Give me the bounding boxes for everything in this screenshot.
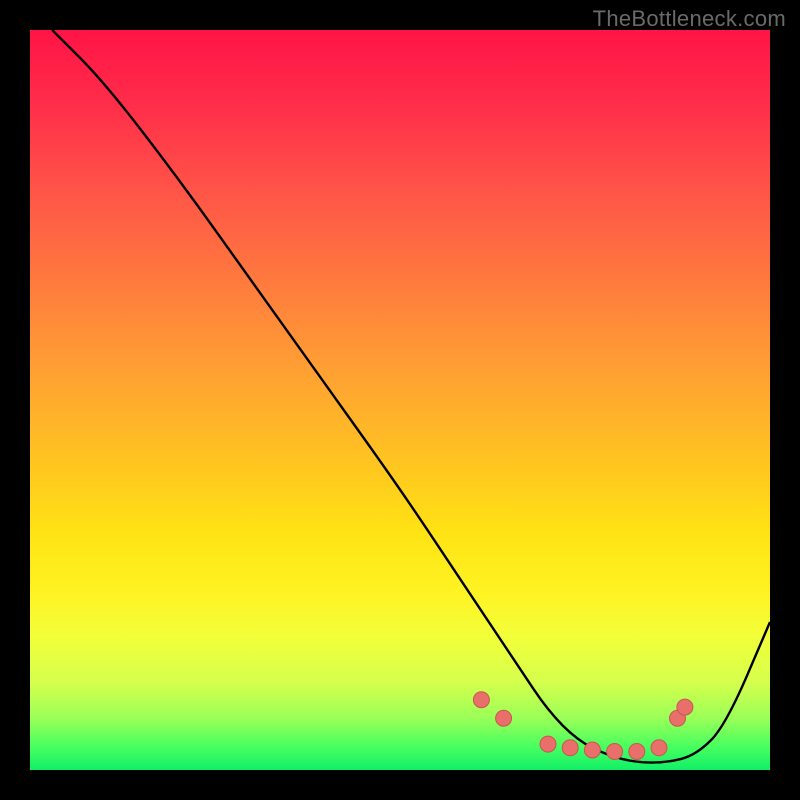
- data-marker: [540, 736, 556, 752]
- data-marker: [651, 740, 667, 756]
- data-marker: [607, 744, 623, 760]
- data-marker: [584, 742, 600, 758]
- chart-frame: TheBottleneck.com: [0, 0, 800, 800]
- data-marker: [496, 710, 512, 726]
- watermark-text: TheBottleneck.com: [593, 6, 786, 32]
- curve-path: [52, 30, 770, 763]
- marker-group: [473, 692, 693, 760]
- curve-path-group: [52, 30, 770, 763]
- chart-svg: [30, 30, 770, 770]
- data-marker: [562, 740, 578, 756]
- data-marker: [473, 692, 489, 708]
- data-marker: [677, 699, 693, 715]
- plot-gradient-background: [30, 30, 770, 770]
- data-marker: [629, 744, 645, 760]
